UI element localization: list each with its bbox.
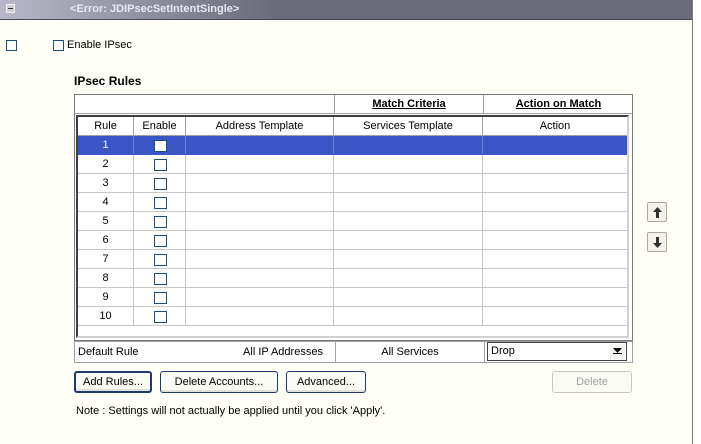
rule-number-cell[interactable]: 4: [78, 193, 134, 211]
rule-enable-checkbox[interactable]: [154, 197, 167, 209]
ipsec-rules-grid: Match Criteria Action on Match Rule Enab…: [74, 94, 633, 341]
window-title: <Error: JDIPsecSetIntentSingle>: [70, 3, 240, 15]
address-template-cell[interactable]: [186, 136, 334, 154]
enable-ipsec-checkbox[interactable]: [53, 40, 64, 51]
table-row[interactable]: 2: [78, 155, 627, 174]
action-on-match-header: Action on Match: [483, 95, 633, 113]
col-action-header[interactable]: Action: [483, 117, 627, 135]
table-row[interactable]: 9: [78, 288, 627, 307]
delete-accounts-button[interactable]: Delete Accounts...: [160, 371, 278, 393]
action-cell[interactable]: [483, 155, 627, 173]
rule-number-cell[interactable]: 10: [78, 307, 134, 325]
rule-number-cell[interactable]: 6: [78, 231, 134, 249]
rule-number-cell[interactable]: 2: [78, 155, 134, 173]
address-template-cell[interactable]: [186, 250, 334, 268]
services-template-cell[interactable]: [334, 288, 483, 306]
rule-number-cell[interactable]: 3: [78, 174, 134, 192]
enable-ipsec-label: Enable IPsec: [67, 39, 132, 51]
services-template-cell[interactable]: [334, 250, 483, 268]
rule-enable-checkbox[interactable]: [154, 292, 167, 304]
address-template-cell[interactable]: [186, 288, 334, 306]
table-row[interactable]: 10: [78, 307, 627, 326]
settings-note: Note : Settings will not actually be app…: [76, 405, 386, 417]
default-rule-divider: [484, 342, 485, 362]
table-row[interactable]: 6: [78, 231, 627, 250]
services-template-cell[interactable]: [334, 307, 483, 325]
services-template-cell[interactable]: [334, 212, 483, 230]
add-rules-button[interactable]: Add Rules...: [74, 371, 152, 393]
action-cell[interactable]: [483, 174, 627, 192]
services-template-cell[interactable]: [334, 155, 483, 173]
action-cell[interactable]: [483, 288, 627, 306]
address-template-cell[interactable]: [186, 193, 334, 211]
table-row[interactable]: 3: [78, 174, 627, 193]
chevron-down-icon[interactable]: [610, 344, 625, 359]
action-cell[interactable]: [483, 193, 627, 211]
section-title: IPsec Rules: [74, 74, 142, 88]
delete-button[interactable]: Delete: [552, 371, 632, 393]
advanced-button[interactable]: Advanced...: [286, 371, 366, 393]
address-template-cell[interactable]: [186, 231, 334, 249]
title-bar: <Error: JDIPsecSetIntentSingle>: [0, 0, 692, 20]
rule-enable-checkbox[interactable]: [154, 216, 167, 228]
services-template-cell[interactable]: [334, 269, 483, 287]
arrow-up-icon: [653, 207, 662, 218]
rule-enable-checkbox[interactable]: [154, 159, 167, 171]
right-margin: [693, 0, 701, 444]
rule-number-cell[interactable]: 7: [78, 250, 134, 268]
default-rule-services: All Services: [335, 342, 484, 362]
rule-enable-checkbox[interactable]: [154, 273, 167, 285]
rule-enable-checkbox[interactable]: [154, 178, 167, 190]
collapse-icon[interactable]: [6, 4, 15, 13]
rule-enable-checkbox[interactable]: [154, 140, 167, 152]
rule-number-cell[interactable]: 1: [78, 136, 134, 154]
rule-number-cell[interactable]: 5: [78, 212, 134, 230]
address-template-cell[interactable]: [186, 212, 334, 230]
address-template-cell[interactable]: [186, 269, 334, 287]
default-action-select[interactable]: Drop: [487, 342, 627, 361]
table-row[interactable]: 7: [78, 250, 627, 269]
action-cell[interactable]: [483, 269, 627, 287]
group-header-row: Match Criteria Action on Match: [75, 95, 632, 114]
table-row[interactable]: 5: [78, 212, 627, 231]
col-address-template-header[interactable]: Address Template: [186, 117, 334, 135]
move-up-button[interactable]: [647, 202, 667, 222]
col-services-template-header[interactable]: Services Template: [334, 117, 483, 135]
address-template-cell[interactable]: [186, 155, 334, 173]
rules-table: Rule Enable Address Template Services Te…: [76, 115, 629, 338]
column-header-row: Rule Enable Address Template Services Te…: [78, 117, 627, 136]
top-checkbox[interactable]: [6, 40, 17, 51]
rule-number-cell[interactable]: 9: [78, 288, 134, 306]
table-row[interactable]: 4: [78, 193, 627, 212]
default-action-value: Drop: [491, 345, 515, 357]
address-template-cell[interactable]: [186, 307, 334, 325]
rule-enable-checkbox[interactable]: [154, 254, 167, 266]
services-template-cell[interactable]: [334, 136, 483, 154]
action-cell[interactable]: [483, 231, 627, 249]
services-template-cell[interactable]: [334, 174, 483, 192]
move-down-button[interactable]: [647, 232, 667, 252]
rule-enable-checkbox[interactable]: [154, 311, 167, 323]
action-cell[interactable]: [483, 250, 627, 268]
default-rule-label: Default Rule: [78, 346, 139, 358]
col-enable-header[interactable]: Enable: [134, 117, 186, 135]
col-rule-header[interactable]: Rule: [78, 117, 134, 135]
services-template-cell[interactable]: [334, 193, 483, 211]
action-cell[interactable]: [483, 212, 627, 230]
action-cell[interactable]: [483, 307, 627, 325]
action-cell[interactable]: [483, 136, 627, 154]
table-row[interactable]: 1: [78, 136, 627, 155]
address-template-cell[interactable]: [186, 174, 334, 192]
match-criteria-header: Match Criteria: [334, 95, 483, 113]
services-template-cell[interactable]: [334, 231, 483, 249]
arrow-down-icon: [653, 237, 662, 248]
table-row[interactable]: 8: [78, 269, 627, 288]
rule-number-cell[interactable]: 8: [78, 269, 134, 287]
rule-enable-checkbox[interactable]: [154, 235, 167, 247]
